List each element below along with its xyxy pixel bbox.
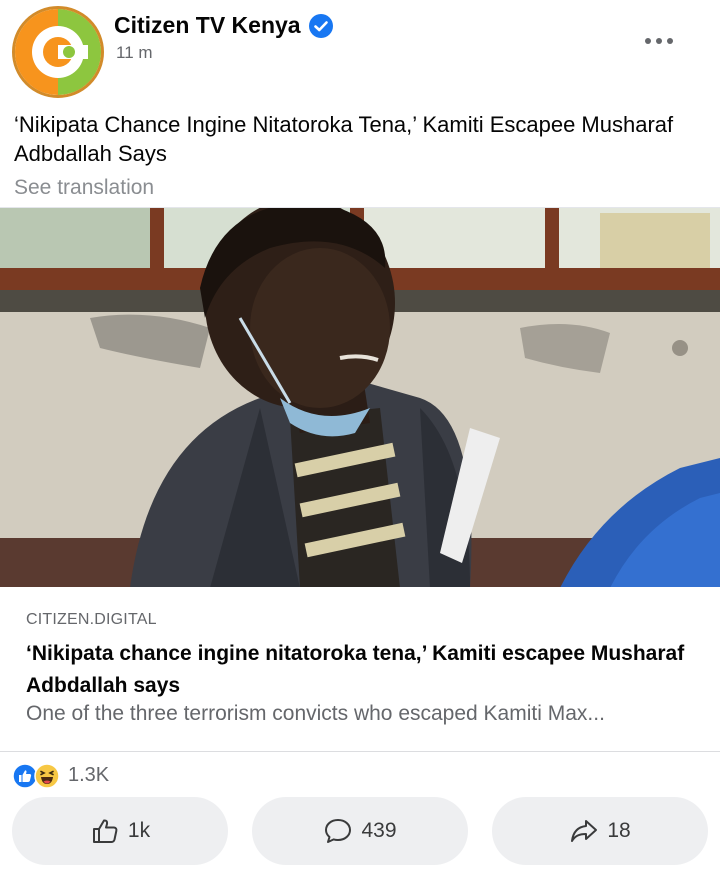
post-photo[interactable] (0, 207, 720, 587)
thumbs-up-icon (92, 819, 118, 843)
verified-badge-icon (308, 13, 333, 38)
link-description: One of the three terrorism convicts who … (26, 702, 605, 725)
action-bar: 1k 439 18 (0, 797, 720, 867)
comment-icon (325, 819, 352, 843)
link-title[interactable]: ‘Nikipata chance ingine nitatoroka tena,… (26, 638, 696, 702)
citizen-logo-icon (15, 9, 101, 95)
post-text: ‘Nikipata Chance Ingine Nitatoroka Tena,… (14, 112, 674, 166)
reaction-icons (12, 761, 64, 789)
more-options-icon[interactable] (644, 36, 674, 46)
share-button[interactable]: 18 (492, 797, 708, 865)
link-domain: CITIZEN.DIGITAL (26, 611, 157, 628)
link-preview-card[interactable]: CITIZEN.DIGITAL ‘Nikipata chance ingine … (0, 587, 720, 752)
like-count: 1k (127, 819, 151, 842)
post-header: Citizen TV Kenya 11 m (0, 0, 720, 100)
comment-button[interactable]: 439 (252, 797, 468, 865)
like-button[interactable]: 1k (12, 797, 228, 865)
haha-icon (34, 763, 60, 789)
reaction-count[interactable]: 1.3K (68, 764, 109, 787)
page-name[interactable]: Citizen TV Kenya (114, 12, 301, 39)
share-count: 18 (607, 819, 631, 842)
post-timestamp[interactable]: 11 m (116, 43, 153, 63)
see-translation-link[interactable]: See translation (14, 176, 154, 200)
page-avatar[interactable] (12, 6, 104, 98)
man-in-courtroom-photo (0, 208, 720, 587)
share-icon (571, 820, 598, 842)
comment-count: 439 (361, 819, 397, 842)
page-name-row[interactable]: Citizen TV Kenya (114, 12, 333, 39)
reactions-summary[interactable]: 1.3K (12, 760, 109, 790)
